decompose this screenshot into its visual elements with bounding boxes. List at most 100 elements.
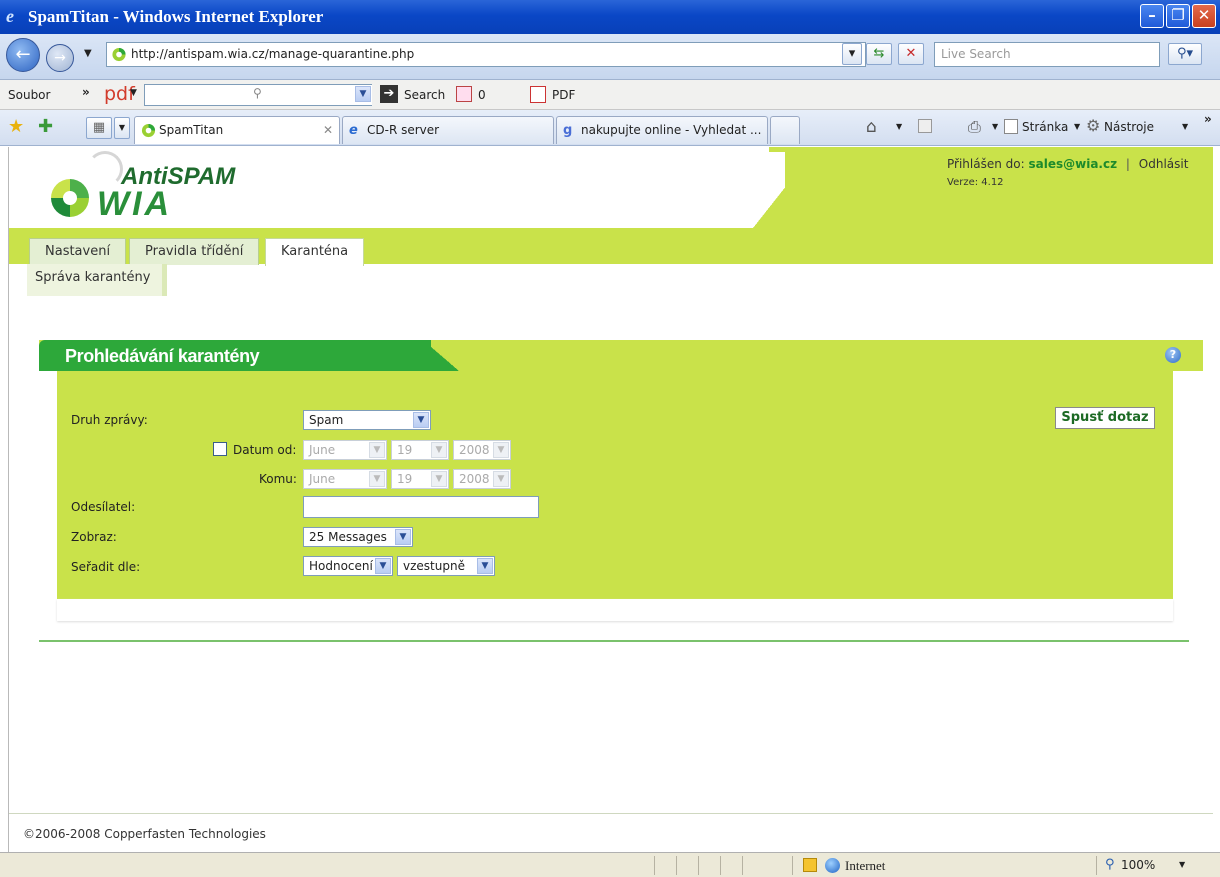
status-cell (698, 856, 720, 875)
sort-order-select[interactable]: vzestupně ▼ (397, 556, 495, 576)
date-to-day-select[interactable]: 19 ▼ (391, 469, 449, 489)
pdf-search-input[interactable]: ⚲ (144, 84, 274, 106)
copyright-text: ©2006-2008 Copperfasten Technologies (23, 827, 266, 841)
date-from-year-select[interactable]: 2008 ▼ (453, 440, 511, 460)
chevron-down-icon: ▼ (493, 442, 509, 458)
maximize-button[interactable]: ❐ (1166, 4, 1190, 28)
tab-list-icon[interactable]: ▼ (114, 117, 130, 139)
tab-label: nakupujte online - Vyhledat ... (581, 123, 762, 137)
magnifier-icon: ⚲ (253, 86, 262, 100)
logo-mark-icon (51, 179, 89, 217)
url-dropdown-button[interactable]: ▾ (842, 43, 862, 65)
chevron-down-icon: ▼ (431, 471, 447, 487)
sender-input[interactable] (303, 496, 539, 518)
home-icon[interactable]: ⌂ (866, 117, 877, 137)
forward-button[interactable]: → (46, 44, 74, 72)
zoom-dropdown-icon[interactable]: ▼ (1179, 860, 1185, 869)
chevron-down-icon: ▼ (375, 558, 391, 574)
page-icon (1004, 119, 1018, 134)
minimize-button[interactable]: – (1140, 4, 1164, 28)
toolbar-overflow-chevron[interactable]: » (1204, 112, 1212, 126)
ie-page-icon: e (349, 123, 358, 138)
refresh-button[interactable]: ⇆ (866, 43, 892, 65)
tools-menu[interactable]: Nástroje (1104, 120, 1154, 134)
chevron-down-icon: ▼ (369, 471, 385, 487)
version-label: Verze: 4.12 (947, 177, 1004, 188)
pdf-button[interactable]: PDF (552, 88, 575, 102)
logout-link[interactable]: Odhlásit (1139, 157, 1189, 171)
chevron-down-icon: ▼ (355, 86, 371, 102)
search-button[interactable]: Search (404, 88, 445, 102)
chevron-down-icon: ▼ (395, 529, 411, 545)
live-search-input[interactable]: Live Search (934, 42, 1160, 67)
ie-logo-icon: e (6, 6, 14, 26)
search-arrow-icon[interactable]: ➔ (380, 85, 398, 103)
tab-cd-r-server[interactable]: e CD-R server (342, 116, 554, 144)
show-count-select[interactable]: 25 Messages ▼ (303, 527, 413, 547)
help-icon[interactable]: ? (1165, 347, 1181, 363)
page-dropdown-icon[interactable]: ▼ (1074, 122, 1080, 131)
status-cell (676, 856, 698, 875)
message-type-select[interactable]: Spam ▼ (303, 410, 431, 430)
zoom-level: 100% (1121, 858, 1156, 872)
window-title-bar: e SpamTitan - Windows Internet Explorer … (0, 0, 1220, 34)
url-text: http://antispam.wia.cz/manage-quarantine… (131, 47, 415, 61)
date-to-label: Komu: (259, 472, 297, 486)
page-menu[interactable]: Stránka (1022, 120, 1068, 134)
message-type-label: Druh zprávy: (71, 413, 148, 427)
gear-icon: ⚙ (1086, 116, 1101, 135)
pdf-search-options[interactable]: ▼ (272, 84, 372, 106)
close-button[interactable]: ✕ (1192, 4, 1216, 28)
sender-label: Odesílatel: (71, 500, 136, 514)
search-go-button[interactable]: ⚲▾ (1168, 43, 1202, 65)
pdf-dropdown-icon[interactable]: ▼ (130, 88, 137, 98)
sort-label: Seřadit dle: (71, 560, 141, 574)
zoom-icon: ⚲ (1105, 857, 1115, 872)
home-dropdown-icon[interactable]: ▼ (896, 122, 902, 131)
quick-tabs-icon[interactable]: ▦ (86, 117, 112, 139)
toolbar-chevron[interactable]: » (82, 85, 90, 99)
history-dropdown-icon[interactable]: ▼ (84, 48, 92, 59)
zoom-cell[interactable]: ⚲ 100% ▼ (1096, 856, 1220, 875)
security-zone: Internet (845, 858, 886, 873)
tab-google-search[interactable]: g nakupujte online - Vyhledat ... (556, 116, 768, 144)
status-cell (654, 856, 676, 875)
chevron-down-icon: ▼ (369, 442, 385, 458)
logo-text-bottom: WIA (97, 185, 173, 223)
file-menu[interactable]: Soubor (8, 88, 50, 102)
date-to-month-select[interactable]: June ▼ (303, 469, 387, 489)
pdf-icon[interactable] (530, 86, 546, 103)
tab-spamtitan[interactable]: SpamTitan ✕ (134, 116, 340, 144)
url-field[interactable]: http://antispam.wia.cz/manage-quarantine… (106, 42, 866, 67)
logged-in-label: Přihlášen do: (947, 157, 1025, 171)
protected-mode-icon[interactable] (803, 858, 817, 872)
tools-dropdown-icon[interactable]: ▼ (1182, 122, 1188, 131)
print-icon[interactable]: ⎙ (968, 117, 981, 137)
sort-field-select[interactable]: Hodnocení ▼ (303, 556, 393, 576)
tab-quarantine[interactable]: Karanténa (265, 238, 365, 266)
page-content: AntiSPAM WIA Přihlášen do: sales@wia.cz … (8, 147, 1213, 852)
date-to-year-select[interactable]: 2008 ▼ (453, 469, 511, 489)
tab-settings[interactable]: Nastavení (29, 238, 127, 265)
date-from-day-select[interactable]: 19 ▼ (391, 440, 449, 460)
feeds-icon[interactable] (918, 119, 932, 133)
run-query-button[interactable]: Spusť dotaz (1055, 407, 1155, 429)
date-from-month-select[interactable]: June ▼ (303, 440, 387, 460)
subnav-quarantine-management[interactable]: Správa karantény (27, 264, 168, 296)
stop-button[interactable]: ✕ (898, 43, 924, 65)
tab-label: CD-R server (367, 123, 440, 137)
close-tab-icon[interactable]: ✕ (323, 117, 333, 143)
window-title: SpamTitan - Windows Internet Explorer (28, 7, 324, 26)
date-from-checkbox[interactable] (213, 442, 227, 456)
login-info: Přihlášen do: sales@wia.cz | Odhlásit (947, 157, 1188, 171)
tab-sorting-rules[interactable]: Pravidla třídění (129, 238, 260, 265)
add-favorites-icon[interactable]: ✚ (38, 116, 53, 137)
mail-icon[interactable] (456, 86, 472, 102)
logo-signal-icon (87, 151, 123, 187)
panel-header-diagonal (423, 340, 459, 371)
favorites-star-icon[interactable]: ★ (8, 116, 24, 137)
show-label: Zobraz: (71, 530, 117, 544)
back-button[interactable]: ← (6, 38, 40, 72)
print-dropdown-icon[interactable]: ▼ (992, 122, 998, 131)
new-tab-button[interactable] (770, 116, 800, 144)
